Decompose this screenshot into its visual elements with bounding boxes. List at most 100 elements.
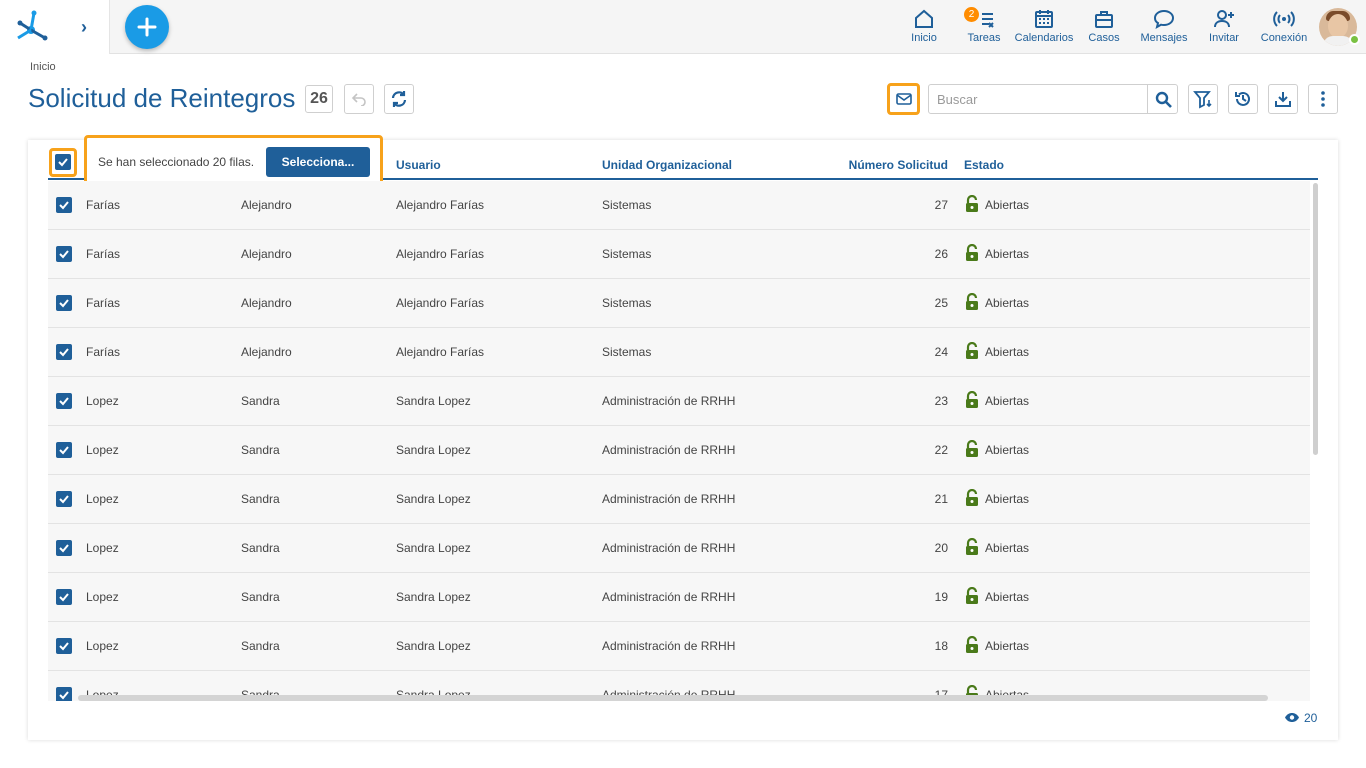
history-button[interactable] bbox=[1228, 84, 1258, 114]
table-row[interactable]: Lopez Sandra Sandra Lopez Administración de… bbox=[48, 573, 1310, 622]
row-checkbox[interactable] bbox=[56, 638, 72, 654]
cell-user: Sandra Lopez bbox=[396, 443, 471, 457]
check-icon bbox=[59, 691, 69, 700]
row-checkbox[interactable] bbox=[56, 687, 72, 701]
check-icon bbox=[59, 250, 69, 259]
check-icon bbox=[59, 593, 69, 602]
export-button[interactable] bbox=[1268, 84, 1298, 114]
cell-user: Sandra Lopez bbox=[396, 590, 471, 604]
invite-user-icon bbox=[1214, 10, 1234, 28]
filter-button[interactable] bbox=[1188, 84, 1218, 114]
cell-number: 25 bbox=[934, 296, 948, 310]
vertical-scrollbar[interactable] bbox=[1313, 183, 1318, 455]
cell-status: Abiertas bbox=[985, 541, 1030, 555]
nav-item-calendarios[interactable]: Calendarios bbox=[1014, 8, 1074, 48]
search-input[interactable] bbox=[928, 84, 1148, 114]
cell-unit: Administración de RRHH bbox=[602, 639, 736, 653]
grid-body: Farías Alejandro Alejandro Farías Sistemas 2… bbox=[48, 181, 1310, 701]
cell-unit: Sistemas bbox=[602, 345, 652, 359]
cell-first-name: Alejandro bbox=[241, 247, 292, 261]
more-options-button[interactable] bbox=[1308, 84, 1338, 114]
cell-first-name: Alejandro bbox=[241, 296, 292, 310]
cell-number: 22 bbox=[934, 443, 948, 457]
cell-last-name: Lopez bbox=[86, 590, 119, 604]
cell-status: Abiertas bbox=[985, 345, 1030, 359]
filter-icon bbox=[1193, 91, 1212, 109]
cell-number: 18 bbox=[934, 639, 948, 653]
cell-status: Abiertas bbox=[985, 443, 1030, 457]
chevron-right-icon[interactable]: › bbox=[74, 17, 94, 37]
avatar-face bbox=[1328, 14, 1348, 38]
cell-status: Abiertas bbox=[985, 394, 1030, 408]
row-checkbox[interactable] bbox=[56, 197, 72, 213]
table-row[interactable]: Farías Alejandro Alejandro Farías Sistemas 2… bbox=[48, 181, 1310, 230]
cell-user: Alejandro Farías bbox=[396, 345, 485, 359]
nav-item-invitar[interactable]: Invitar bbox=[1204, 8, 1244, 48]
cell-unit: Administración de RRHH bbox=[602, 492, 736, 506]
unlocked-icon bbox=[966, 244, 978, 261]
nav-label: Invitar bbox=[1209, 32, 1239, 44]
row-checkbox[interactable] bbox=[56, 393, 72, 409]
check-icon bbox=[59, 544, 69, 553]
cell-number: 27 bbox=[934, 198, 948, 212]
nav-item-mensajes[interactable]: Mensajes bbox=[1138, 8, 1190, 48]
refresh-button[interactable] bbox=[384, 84, 414, 114]
row-checkbox[interactable] bbox=[56, 344, 72, 360]
table-row[interactable]: Farías Alejandro Alejandro Farías Sistemas 2… bbox=[48, 230, 1310, 279]
row-checkbox[interactable] bbox=[56, 491, 72, 507]
horizontal-scrollbar[interactable] bbox=[78, 695, 1268, 701]
table-row[interactable]: Lopez Sandra Sandra Lopez Administración de… bbox=[48, 622, 1310, 671]
select-all-checkbox[interactable] bbox=[49, 148, 77, 177]
cell-status: Abiertas bbox=[985, 247, 1030, 261]
nav-item-inicio[interactable]: Inicio bbox=[904, 8, 944, 48]
row-checkbox[interactable] bbox=[56, 295, 72, 311]
nav-item-casos[interactable]: Casos bbox=[1084, 8, 1124, 48]
unlocked-icon bbox=[966, 489, 978, 506]
table-row[interactable]: Farías Alejandro Alejandro Farías Sistemas 2… bbox=[48, 279, 1310, 328]
search-button[interactable] bbox=[1147, 84, 1178, 114]
breadcrumb[interactable]: Inicio bbox=[30, 61, 56, 73]
checkbox-checked bbox=[55, 154, 71, 170]
table-row[interactable]: Lopez Sandra Sandra Lopez Administración de… bbox=[48, 377, 1310, 426]
cell-unit: Administración de RRHH bbox=[602, 590, 736, 604]
cell-unit: Administración de RRHH bbox=[602, 443, 736, 457]
cell-last-name: Lopez bbox=[86, 492, 119, 506]
table-row[interactable]: Lopez Sandra Sandra Lopez Administración de… bbox=[48, 426, 1310, 475]
nav-item-tareas[interactable]: 2 Tareas bbox=[964, 7, 1004, 48]
add-button[interactable] bbox=[125, 5, 169, 49]
cell-unit: Sistemas bbox=[602, 247, 652, 261]
cell-last-name: Farías bbox=[86, 198, 121, 212]
cell-user: Sandra Lopez bbox=[396, 541, 471, 555]
nav-label: Casos bbox=[1088, 32, 1120, 44]
unlocked-icon bbox=[966, 636, 978, 653]
cell-user: Alejandro Farías bbox=[396, 198, 485, 212]
cell-number: 23 bbox=[934, 394, 948, 408]
send-email-button[interactable] bbox=[887, 83, 920, 115]
row-checkbox[interactable] bbox=[56, 540, 72, 556]
table-row[interactable]: Lopez Sandra Sandra Lopez Administración de… bbox=[48, 475, 1310, 524]
column-header-numero[interactable]: Número Solicitud bbox=[828, 158, 948, 172]
select-more-button[interactable]: Selecciona... bbox=[266, 147, 370, 177]
table-row[interactable]: Farías Alejandro Alejandro Farías Sistemas 2… bbox=[48, 328, 1310, 377]
cell-last-name: Farías bbox=[86, 247, 121, 261]
unlocked-icon bbox=[966, 391, 978, 408]
row-checkbox[interactable] bbox=[56, 442, 72, 458]
cell-status: Abiertas bbox=[985, 492, 1030, 506]
column-header-usuario[interactable]: Usuario bbox=[396, 158, 441, 172]
cell-last-name: Lopez bbox=[86, 394, 119, 408]
nav-item-conexion[interactable]: Conexión bbox=[1258, 8, 1310, 48]
cell-last-name: Lopez bbox=[86, 443, 119, 457]
app-logo-icon[interactable] bbox=[12, 8, 50, 46]
column-header-unidad[interactable]: Unidad Organizacional bbox=[602, 158, 732, 172]
row-checkbox[interactable] bbox=[56, 246, 72, 262]
nav-label: Mensajes bbox=[1140, 32, 1188, 44]
unlocked-icon bbox=[966, 538, 978, 555]
back-button[interactable] bbox=[344, 84, 374, 114]
check-icon bbox=[59, 642, 69, 651]
cell-first-name: Sandra bbox=[241, 394, 280, 408]
row-checkbox[interactable] bbox=[56, 589, 72, 605]
check-icon bbox=[59, 495, 69, 504]
column-header-estado[interactable]: Estado bbox=[964, 158, 1004, 172]
nav-label: Tareas bbox=[967, 32, 1001, 44]
table-row[interactable]: Lopez Sandra Sandra Lopez Administración de… bbox=[48, 524, 1310, 573]
